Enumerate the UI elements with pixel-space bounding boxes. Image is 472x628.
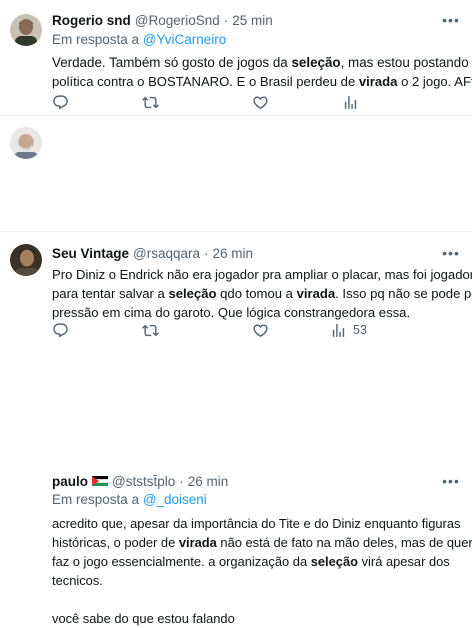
- avatar[interactable]: [10, 14, 42, 46]
- text-line: [52, 590, 462, 609]
- tweet-paulo[interactable]: paulo @ststst̄plo · 26 min ••• Em respos…: [0, 232, 472, 626]
- reply-mention[interactable]: @_doiseni: [143, 492, 207, 507]
- tweet-text: acredito que, apesar da importância do T…: [52, 514, 472, 628]
- retweet-icon: [142, 96, 159, 108]
- reply-mention[interactable]: @YviCarneiro: [143, 32, 227, 47]
- tweet-seu-vintage[interactable]: Seu Vintage @rsaqqara · 26 min ••• Pro D…: [0, 116, 472, 337]
- text-line: Verdade. Também só gosto de jogos da sel…: [52, 55, 469, 70]
- avatar-image: [10, 127, 42, 159]
- palestine-flag-icon: [92, 475, 108, 487]
- timestamp[interactable]: 26 min: [188, 474, 229, 489]
- avatar[interactable]: [10, 244, 42, 276]
- timestamp[interactable]: 25 min: [232, 13, 273, 28]
- more-options-icon[interactable]: •••: [442, 472, 460, 490]
- author-name[interactable]: Rogerio snd: [52, 13, 131, 28]
- views-button[interactable]: [342, 92, 359, 112]
- text-line: política contra o BOSTANARO. E o Brasil …: [52, 74, 472, 89]
- avatar-image: [10, 14, 42, 46]
- text-line: acredito que, apesar da importância do T…: [52, 516, 461, 531]
- tweet-text: Verdade. Também só gosto de jogos da sel…: [52, 53, 469, 72]
- reply-button[interactable]: [52, 92, 69, 112]
- avatar-image: [10, 244, 42, 276]
- like-button[interactable]: [252, 92, 269, 112]
- tweet-header: paulo @ststst̄plo · 26 min: [52, 472, 228, 490]
- tweet-actions: [52, 92, 452, 112]
- views-chart-icon: [344, 95, 357, 109]
- author-handle[interactable]: @ststst̄plo: [112, 474, 175, 489]
- reply-prefix: Em resposta a: [52, 32, 140, 47]
- tweet-rogerio[interactable]: Rogerio snd @RogerioSnd · 25 min ••• Em …: [0, 0, 472, 116]
- reply-context: Em resposta a @_doiseni: [52, 492, 207, 507]
- separator: ·: [223, 12, 229, 28]
- text-line: históricas, o poder de virada não está d…: [52, 535, 472, 550]
- reply-icon: [53, 94, 68, 109]
- text-line: faz o jogo essencialmente. a organização…: [52, 554, 450, 569]
- text-line: você sabe do que estou falando: [52, 611, 235, 626]
- reply-prefix: Em resposta a: [52, 492, 140, 507]
- retweet-button[interactable]: [142, 92, 159, 112]
- tweet-header: Rogerio snd @RogerioSnd · 25 min: [52, 11, 273, 29]
- separator: ·: [179, 473, 184, 489]
- heart-icon: [253, 95, 268, 109]
- reply-context: Em resposta a @YviCarneiro: [52, 32, 226, 47]
- tweet-text-2: política contra o BOSTANARO. E o Brasil …: [52, 72, 472, 91]
- author-name[interactable]: paulo: [52, 474, 88, 489]
- avatar[interactable]: [10, 127, 42, 159]
- text-line: tecnicos.: [52, 573, 103, 588]
- author-handle[interactable]: @RogerioSnd: [135, 13, 220, 28]
- more-options-icon[interactable]: •••: [442, 11, 460, 29]
